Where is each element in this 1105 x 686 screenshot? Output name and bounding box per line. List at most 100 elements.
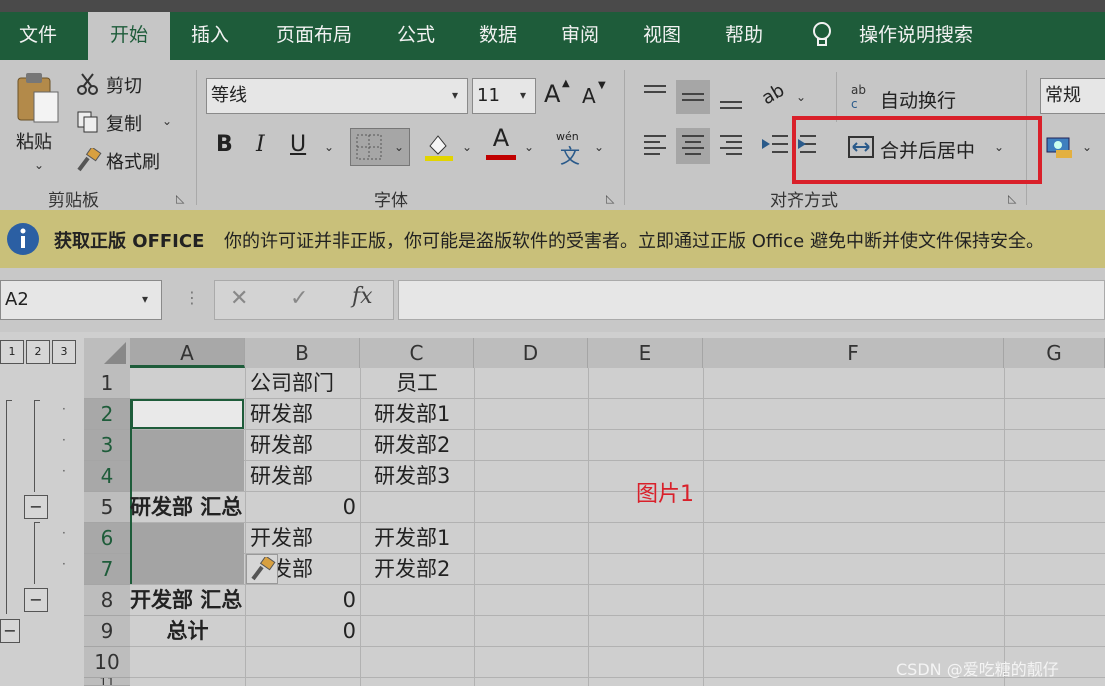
brush-icon[interactable] — [76, 148, 102, 172]
column-header-g[interactable]: G — [1004, 338, 1105, 368]
clipboard-icon[interactable] — [16, 70, 62, 124]
underline-button[interactable]: U — [290, 132, 306, 157]
tab-formulas[interactable]: 公式 — [384, 12, 448, 60]
clipboard-launcher[interactable]: ◺ — [176, 192, 184, 205]
wrap-text-button[interactable]: 自动换行 — [880, 86, 956, 113]
row-header-3[interactable]: 3 — [84, 430, 130, 461]
cell-b9[interactable]: 0 — [245, 616, 356, 647]
tab-insert[interactable]: 插入 — [178, 12, 242, 60]
font-size-combo[interactable]: 11 — [472, 78, 536, 114]
alignment-launcher[interactable]: ◺ — [1008, 192, 1016, 205]
cut-button[interactable]: 剪切 — [106, 72, 142, 98]
cell-c4[interactable]: 研发部3 — [374, 461, 450, 492]
cell-c7[interactable]: 开发部2 — [374, 554, 450, 585]
borders-dropdown[interactable]: ⌄ — [394, 140, 404, 154]
cell-a8[interactable]: 开发部 汇总 — [130, 585, 245, 616]
collapse-group-2-button[interactable]: − — [24, 588, 48, 612]
fill-color-dropdown[interactable]: ⌄ — [462, 140, 472, 154]
tab-view[interactable]: 视图 — [630, 12, 694, 60]
phonetic-button[interactable]: 文 — [560, 140, 580, 169]
cell-a9[interactable]: 总计 — [130, 616, 245, 647]
format-painter-button[interactable]: 格式刷 — [106, 148, 160, 174]
row-header-8[interactable]: 8 — [84, 585, 130, 616]
row-header-10[interactable]: 10 — [84, 647, 130, 678]
selected-range-a3-a4[interactable] — [131, 430, 244, 491]
lightbulb-icon[interactable] — [808, 20, 836, 50]
font-name-combo[interactable]: 等线 — [206, 78, 468, 114]
wrap-text-icon[interactable]: ab c — [850, 82, 874, 110]
outline-level-2[interactable]: 2 — [26, 340, 50, 364]
cell-c6[interactable]: 开发部1 — [374, 523, 450, 554]
column-header-f[interactable]: F — [703, 338, 1004, 368]
tab-review[interactable]: 审阅 — [548, 12, 612, 60]
collapse-group-1-button[interactable]: − — [24, 495, 48, 519]
cell-c3[interactable]: 研发部2 — [374, 430, 450, 461]
tab-file[interactable]: 文件 — [6, 12, 70, 60]
italic-button[interactable]: I — [256, 132, 265, 157]
fill-color-icon[interactable] — [424, 130, 454, 162]
splitter-handle-icon[interactable]: ⋮ — [184, 288, 200, 307]
row-header-9[interactable]: 9 — [84, 616, 130, 647]
tell-me-search[interactable]: 操作说明搜索 — [846, 12, 986, 60]
cell-b6[interactable]: 开发部 — [250, 523, 313, 554]
number-format-combo[interactable]: 常规 — [1040, 78, 1105, 114]
tab-help[interactable]: 帮助 — [712, 12, 776, 60]
active-cell-a2[interactable] — [131, 399, 244, 429]
tab-page-layout[interactable]: 页面布局 — [262, 12, 366, 60]
bold-button[interactable]: B — [216, 132, 233, 157]
insert-function-icon[interactable]: fx — [352, 284, 373, 309]
font-launcher[interactable]: ◺ — [606, 192, 614, 205]
selected-range-a6-a7[interactable] — [131, 523, 244, 584]
column-header-c[interactable]: C — [360, 338, 474, 368]
currency-format-icon[interactable] — [1046, 134, 1074, 160]
font-name-dropdown[interactable]: ▾ — [452, 88, 458, 102]
tab-data[interactable]: 数据 — [466, 12, 530, 60]
row-header-11[interactable]: 11 — [84, 678, 130, 686]
cell-a5[interactable]: 研发部 汇总 — [130, 492, 245, 523]
cell-b8[interactable]: 0 — [245, 585, 356, 616]
scissors-icon[interactable] — [76, 72, 100, 96]
name-box-dropdown[interactable]: ▾ — [142, 292, 148, 306]
orientation-dropdown[interactable]: ⌄ — [796, 90, 806, 104]
formula-input[interactable] — [398, 280, 1105, 320]
column-header-a[interactable]: A — [130, 338, 245, 368]
copy-icon[interactable] — [76, 110, 100, 134]
column-header-e[interactable]: E — [588, 338, 703, 368]
row-header-1[interactable]: 1 — [84, 368, 130, 399]
column-header-b[interactable]: B — [245, 338, 360, 368]
tab-home[interactable]: 开始 — [88, 12, 170, 60]
font-size-dropdown[interactable]: ▾ — [520, 88, 526, 102]
cell-b5[interactable]: 0 — [245, 492, 356, 523]
name-box[interactable]: A2 — [0, 280, 162, 320]
font-color-button[interactable]: A — [486, 124, 516, 152]
vertical-align-icons[interactable] — [640, 80, 750, 114]
paste-button[interactable]: 粘贴 — [16, 128, 52, 154]
outline-level-3[interactable]: 3 — [52, 340, 76, 364]
enter-icon[interactable]: ✓ — [290, 286, 308, 311]
row-header-5[interactable]: 5 — [84, 492, 130, 523]
outline-level-1[interactable]: 1 — [0, 340, 24, 364]
cell-b4[interactable]: 研发部 — [250, 461, 313, 492]
font-color-dropdown[interactable]: ⌄ — [524, 140, 534, 154]
shrink-font-button[interactable]: A — [582, 84, 596, 108]
copy-button[interactable]: 复制 — [106, 110, 142, 136]
cell-b3[interactable]: 研发部 — [250, 430, 313, 461]
copy-dropdown[interactable]: ⌄ — [162, 114, 172, 128]
grow-font-button[interactable]: A — [544, 80, 560, 108]
column-header-d[interactable]: D — [474, 338, 588, 368]
row-header-6[interactable]: 6 — [84, 523, 130, 554]
currency-dropdown[interactable]: ⌄ — [1082, 140, 1092, 154]
paste-dropdown[interactable]: ⌄ — [34, 158, 44, 172]
row-header-2[interactable]: 2 — [84, 399, 130, 430]
cancel-icon[interactable]: ✕ — [230, 286, 248, 311]
collapse-total-button[interactable]: − — [0, 619, 20, 643]
row-header-4[interactable]: 4 — [84, 461, 130, 492]
horizontal-align-icons[interactable] — [640, 128, 750, 164]
phonetic-dropdown[interactable]: ⌄ — [594, 140, 604, 154]
row-header-7[interactable]: 7 — [84, 554, 130, 585]
cell-b1[interactable]: 公司部门 — [250, 368, 334, 399]
cell-c2[interactable]: 研发部1 — [374, 399, 450, 430]
underline-dropdown[interactable]: ⌄ — [324, 140, 334, 154]
cell-b2[interactable]: 研发部 — [250, 399, 313, 430]
cell-c1[interactable]: 员工 — [396, 368, 438, 399]
